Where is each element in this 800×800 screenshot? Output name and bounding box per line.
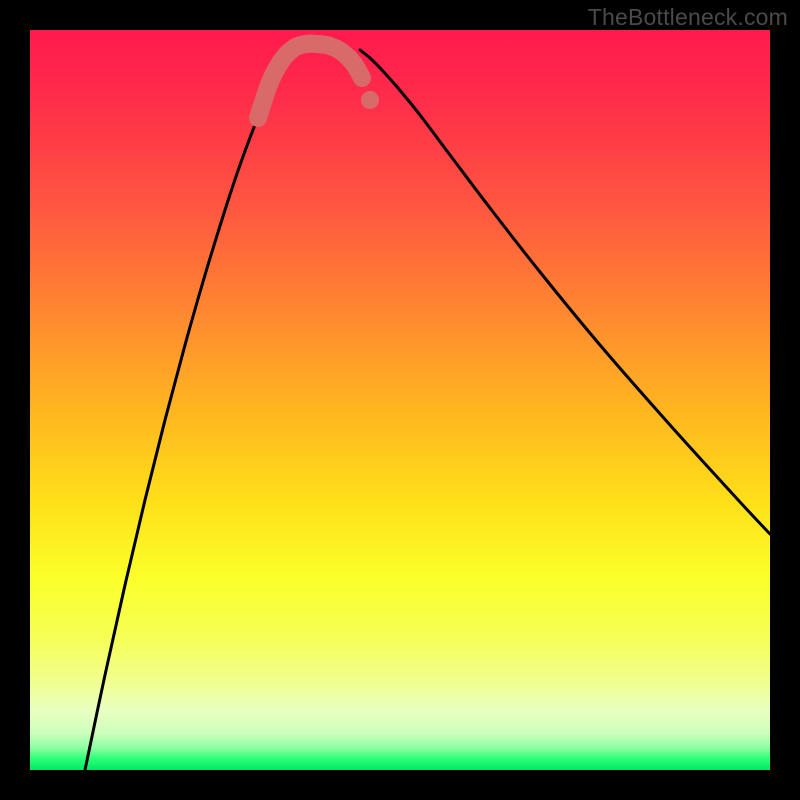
valley-segment-pink — [258, 44, 362, 118]
curve-right-branch — [360, 50, 770, 534]
curve-left-branch — [85, 50, 298, 770]
plot-area — [30, 30, 770, 770]
pink-dot-marker — [361, 91, 379, 109]
curve-layer — [30, 30, 770, 770]
watermark-text: TheBottleneck.com — [588, 4, 788, 31]
chart-frame: TheBottleneck.com — [0, 0, 800, 800]
